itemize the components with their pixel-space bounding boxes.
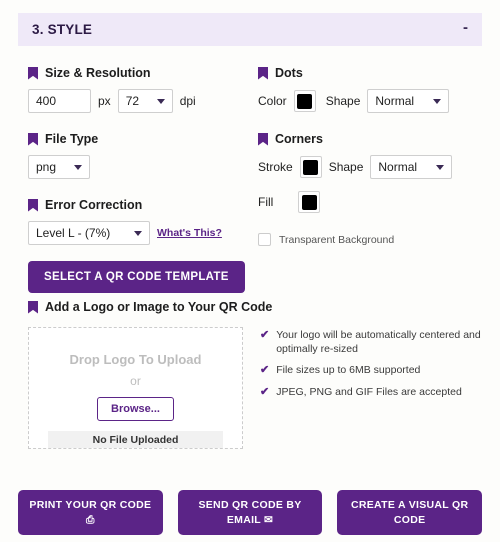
whats-this-link[interactable]: What's This?	[157, 227, 222, 239]
print-qr-code-button[interactable]: PRINT YOUR QR CODE ⎙	[18, 490, 163, 535]
corners-stroke-controls: Stroke Shape Normal	[258, 155, 488, 179]
check-icon: ✔	[260, 386, 270, 399]
send-qr-code-email-label: SEND QR CODE BY EMAIL	[198, 499, 302, 526]
logo-section: Add a Logo or Image to Your QR Code Drop…	[28, 300, 483, 449]
heading-file-type-label: File Type	[45, 132, 99, 146]
bookmark-icon	[28, 132, 38, 146]
dots-color-swatch[interactable]	[293, 90, 316, 112]
dpi-select[interactable]: 72	[117, 89, 173, 113]
section-header-style[interactable]: 3. STYLE -	[18, 13, 482, 46]
corners-shape-select-value: Normal	[378, 160, 418, 174]
size-input[interactable]	[28, 89, 91, 113]
footer-actions: PRINT YOUR QR CODE ⎙ SEND QR CODE BY EMA…	[18, 490, 483, 535]
corners-fill-label: Fill	[258, 195, 274, 209]
chevron-down-icon	[433, 98, 442, 104]
file-type-select-value: png	[36, 160, 57, 174]
bookmark-icon	[258, 132, 268, 146]
heading-error-correction-label: Error Correction	[45, 198, 143, 212]
corners-shape-select[interactable]: Normal	[370, 155, 453, 179]
chevron-down-icon	[436, 164, 445, 170]
transparent-background-label: Transparent Background	[279, 233, 395, 246]
page-title: 3. STYLE	[32, 22, 93, 37]
list-item-label: JPEG, PNG and GIF Files are accepted	[276, 386, 462, 399]
collapse-toggle-icon[interactable]: -	[463, 20, 468, 39]
error-correction-select-value: Level L - (7%)	[36, 226, 111, 240]
corners-stroke-label: Stroke	[258, 160, 293, 174]
corners-stroke-swatch[interactable]	[299, 156, 322, 178]
chevron-down-icon	[156, 98, 165, 104]
print-qr-code-label: PRINT YOUR QR CODE	[29, 499, 152, 512]
dots-color-label: Color	[258, 94, 287, 108]
create-visual-qr-code-button[interactable]: CREATE A VISUAL QR CODE	[337, 490, 483, 535]
select-template-button[interactable]: SELECT A QR CODE TEMPLATE	[28, 261, 245, 293]
list-item-label: File sizes up to 6MB supported	[276, 364, 421, 377]
dots-shape-select-value: Normal	[375, 94, 415, 108]
check-icon: ✔	[260, 329, 270, 341]
heading-add-logo-label: Add a Logo or Image to Your QR Code	[45, 300, 273, 314]
check-icon: ✔	[260, 364, 270, 377]
list-item: ✔ File sizes up to 6MB supported	[260, 363, 482, 378]
right-column: Dots Color Shape Normal Corners Stroke S…	[258, 66, 488, 246]
logo-info-list: ✔ Your logo will be automatically center…	[260, 328, 482, 407]
corners-shape-label: Shape	[328, 160, 364, 174]
browse-button[interactable]: Browse...	[97, 397, 174, 421]
dpi-select-value: 72	[125, 94, 140, 108]
bookmark-icon	[28, 66, 38, 80]
size-resolution-controls: px 72 dpi	[28, 89, 253, 113]
corners-fill-swatch[interactable]	[298, 191, 321, 213]
dots-shape-select[interactable]: Normal	[367, 89, 450, 113]
corners-fill-controls: Fill	[258, 191, 488, 213]
dpi-unit-label: dpi	[179, 94, 196, 108]
bookmark-icon	[28, 198, 38, 212]
printer-icon: ⎙	[85, 513, 95, 526]
list-item: ✔ JPEG, PNG and GIF Files are accepted	[260, 385, 482, 400]
transparent-background-checkbox[interactable]	[258, 233, 271, 246]
chevron-down-icon	[74, 164, 82, 170]
heading-dots: Dots	[258, 66, 488, 80]
bookmark-icon	[28, 300, 38, 314]
heading-dots-label: Dots	[275, 66, 303, 80]
dots-controls: Color Shape Normal	[258, 89, 488, 113]
bookmark-icon	[258, 66, 268, 80]
heading-file-type: File Type	[28, 132, 253, 146]
heading-error-correction: Error Correction	[28, 198, 253, 212]
heading-size-resolution-label: Size & Resolution	[45, 66, 151, 80]
dropzone-text: Drop Logo To Upload	[69, 352, 202, 367]
left-column: Size & Resolution px 72 dpi File Type pn…	[28, 66, 253, 293]
file-type-controls: png	[28, 155, 253, 179]
heading-size-resolution: Size & Resolution	[28, 66, 253, 80]
transparent-background-row[interactable]: Transparent Background	[258, 233, 488, 246]
error-correction-select[interactable]: Level L - (7%)	[28, 221, 150, 245]
dropzone-or-text: or	[130, 374, 141, 388]
list-item-label: Your logo will be automatically centered…	[276, 329, 481, 356]
list-item: ✔ Your logo will be automatically center…	[260, 328, 482, 356]
send-qr-code-email-button[interactable]: SEND QR CODE BY EMAIL ✉	[177, 490, 323, 535]
size-unit-label: px	[98, 94, 111, 108]
heading-corners-label: Corners	[275, 132, 323, 146]
style-panel: 3. STYLE - Size & Resolution px 72 dpi F…	[0, 0, 500, 542]
logo-dropzone[interactable]: Drop Logo To Upload or Browse... No File…	[28, 327, 243, 449]
dots-shape-label: Shape	[325, 94, 361, 108]
no-file-status: No File Uploaded	[48, 431, 223, 448]
heading-corners: Corners	[258, 132, 488, 146]
chevron-down-icon	[134, 230, 142, 236]
error-correction-controls: Level L - (7%) What's This?	[28, 221, 253, 245]
envelope-icon: ✉	[264, 513, 274, 526]
file-type-select[interactable]: png	[28, 155, 90, 179]
heading-add-logo: Add a Logo or Image to Your QR Code	[28, 300, 483, 314]
